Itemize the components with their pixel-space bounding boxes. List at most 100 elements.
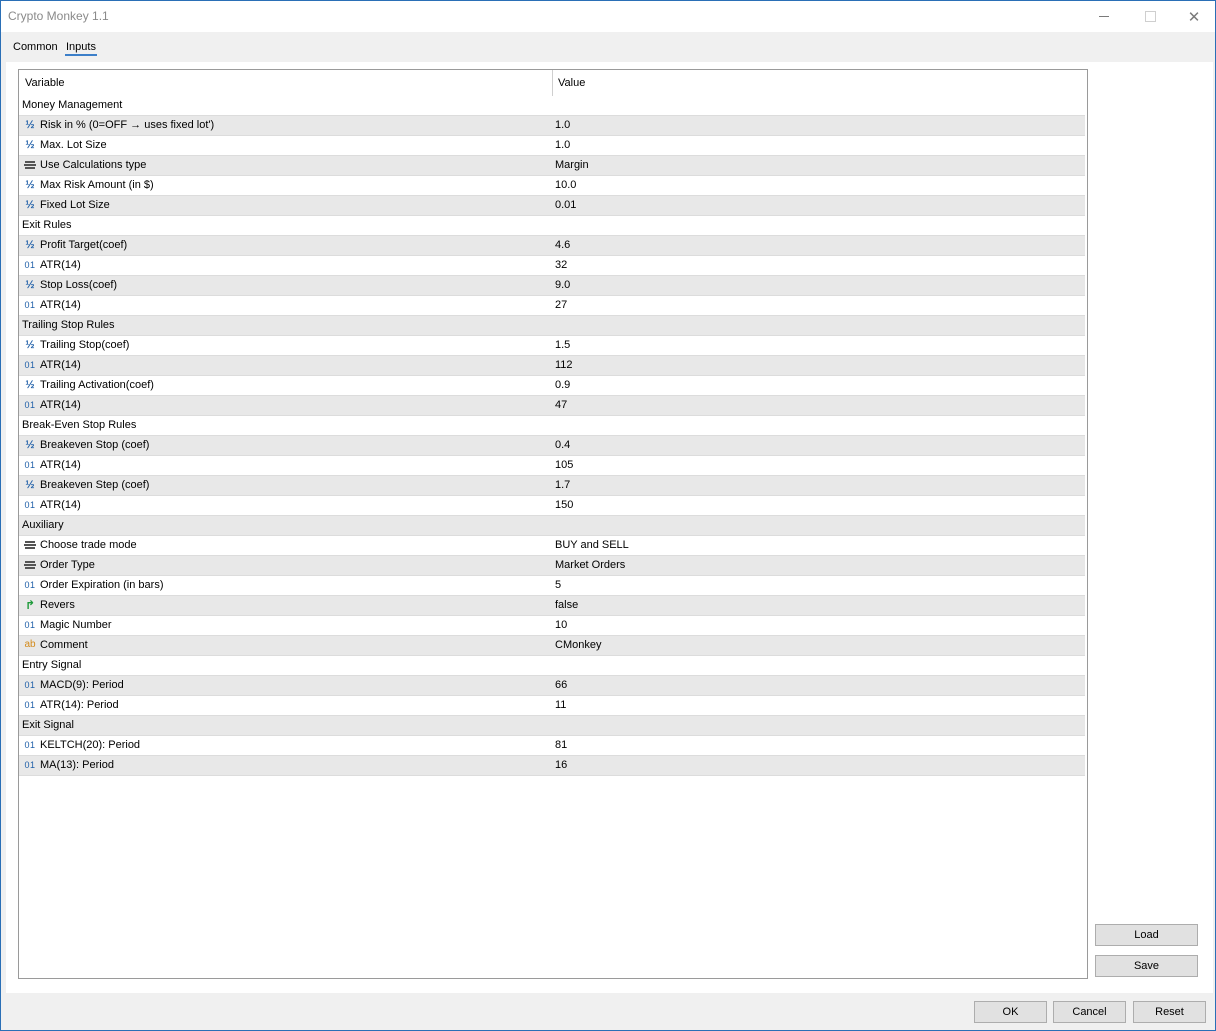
table-row[interactable]: 01 ATR(14) 105 bbox=[19, 456, 1085, 476]
variable-value[interactable]: 0.01 bbox=[555, 199, 576, 211]
table-row[interactable]: ab Comment CMonkey bbox=[19, 636, 1085, 656]
ok-button[interactable]: OK bbox=[974, 1001, 1047, 1023]
table-row[interactable]: Use Calculations type Margin bbox=[19, 156, 1085, 176]
variable-value[interactable]: 1.5 bbox=[555, 339, 570, 351]
variable-value[interactable]: 112 bbox=[555, 359, 573, 371]
fraction-icon: ½ bbox=[25, 479, 35, 491]
variable-value[interactable]: 150 bbox=[555, 499, 573, 511]
integer-icon: 01 bbox=[24, 680, 36, 690]
variable-name: Trailing Stop(coef) bbox=[40, 339, 130, 351]
table-row[interactable]: 01 ATR(14) 150 bbox=[19, 496, 1085, 516]
variable-name: Profit Target(coef) bbox=[40, 239, 128, 251]
variable-name: Trailing Stop Rules bbox=[22, 319, 115, 331]
header-value[interactable]: Value bbox=[558, 77, 585, 89]
table-row[interactable]: ½ Risk in % (0=OFF → uses fixed lot') 1.0 bbox=[19, 116, 1085, 136]
table-row[interactable]: ½ Breakeven Stop (coef) 0.4 bbox=[19, 436, 1085, 456]
variable-value[interactable]: CMonkey bbox=[555, 639, 601, 651]
variable-value[interactable]: 10.0 bbox=[555, 179, 576, 191]
group-row[interactable]: Entry Signal bbox=[19, 656, 1085, 676]
cancel-button[interactable]: Cancel bbox=[1053, 1001, 1126, 1023]
variable-value[interactable]: 1.0 bbox=[555, 119, 570, 131]
variable-value[interactable]: false bbox=[555, 599, 578, 611]
table-row[interactable]: 01 Order Expiration (in bars) 5 bbox=[19, 576, 1085, 596]
variable-value[interactable]: 11 bbox=[555, 699, 566, 711]
group-row[interactable]: Money Management bbox=[19, 96, 1085, 116]
integer-icon: 01 bbox=[24, 260, 36, 270]
integer-icon: 01 bbox=[24, 460, 36, 470]
table-row[interactable]: 01 ATR(14): Period 11 bbox=[19, 696, 1085, 716]
variable-value[interactable]: 1.7 bbox=[555, 479, 570, 491]
variable-value[interactable]: Market Orders bbox=[555, 559, 625, 571]
group-row[interactable]: Exit Signal bbox=[19, 716, 1085, 736]
reset-button[interactable]: Reset bbox=[1133, 1001, 1206, 1023]
maximize-icon bbox=[1144, 11, 1156, 22]
variable-value[interactable]: 0.9 bbox=[555, 379, 570, 391]
header-variable[interactable]: Variable bbox=[25, 77, 65, 89]
tab-common[interactable]: Common bbox=[13, 41, 58, 53]
table-row[interactable]: 01 ATR(14) 32 bbox=[19, 256, 1085, 276]
variable-value[interactable]: 66 bbox=[555, 679, 567, 691]
variable-value[interactable]: 5 bbox=[555, 579, 561, 591]
variable-value[interactable]: 0.4 bbox=[555, 439, 570, 451]
table-row[interactable]: Choose trade mode BUY and SELL bbox=[19, 536, 1085, 556]
group-row[interactable]: Trailing Stop Rules bbox=[19, 316, 1085, 336]
variable-name: ATR(14) bbox=[40, 459, 81, 471]
inputs-panel: Variable Value Money Management ½ Risk in … bbox=[6, 62, 1213, 993]
fraction-icon: ½ bbox=[25, 119, 35, 131]
table-row[interactable]: 01 MA(13): Period 16 bbox=[19, 756, 1085, 776]
group-row[interactable]: Auxiliary bbox=[19, 516, 1085, 536]
fraction-icon: ½ bbox=[25, 239, 35, 251]
string-icon: ab bbox=[24, 639, 36, 650]
variable-value[interactable]: 81 bbox=[555, 739, 567, 751]
integer-icon: 01 bbox=[24, 400, 36, 410]
minimize-button[interactable] bbox=[1081, 1, 1127, 32]
variable-value[interactable]: 27 bbox=[555, 299, 567, 311]
close-button[interactable]: ✕ bbox=[1171, 1, 1216, 32]
save-button[interactable]: Save bbox=[1095, 955, 1198, 977]
table-row[interactable]: ½ Stop Loss(coef) 9.0 bbox=[19, 276, 1085, 296]
table-row[interactable]: ½ Breakeven Step (coef) 1.7 bbox=[19, 476, 1085, 496]
variable-name: Comment bbox=[40, 639, 88, 651]
integer-icon: 01 bbox=[24, 580, 36, 590]
load-button[interactable]: Load bbox=[1095, 924, 1198, 946]
variable-value[interactable]: BUY and SELL bbox=[555, 539, 629, 551]
table-row[interactable]: ½ Max. Lot Size 1.0 bbox=[19, 136, 1085, 156]
table-row[interactable]: 01 ATR(14) 112 bbox=[19, 356, 1085, 376]
variable-name: Breakeven Step (coef) bbox=[40, 479, 150, 491]
window-title: Crypto Monkey 1.1 bbox=[8, 9, 109, 23]
title-bar[interactable]: Crypto Monkey 1.1 ✕ bbox=[1, 1, 1215, 32]
variable-value[interactable]: 47 bbox=[555, 399, 567, 411]
tab-inputs[interactable]: Inputs bbox=[65, 41, 97, 56]
table-row[interactable]: ½ Trailing Activation(coef) 0.9 bbox=[19, 376, 1085, 396]
variable-value[interactable]: 10 bbox=[555, 619, 567, 631]
table-row[interactable]: 01 MACD(9): Period 66 bbox=[19, 676, 1085, 696]
group-row[interactable]: Break-Even Stop Rules bbox=[19, 416, 1085, 436]
variable-value[interactable]: 32 bbox=[555, 259, 567, 271]
table-row[interactable]: ½ Fixed Lot Size 0.01 bbox=[19, 196, 1085, 216]
fraction-icon: ½ bbox=[25, 179, 35, 191]
variable-value[interactable]: 105 bbox=[555, 459, 573, 471]
table-row[interactable]: Order Type Market Orders bbox=[19, 556, 1085, 576]
inputs-grid: Variable Value Money Management ½ Risk in … bbox=[18, 69, 1088, 979]
table-row[interactable]: 01 ATR(14) 47 bbox=[19, 396, 1085, 416]
table-row[interactable]: 01 KELTCH(20): Period 81 bbox=[19, 736, 1085, 756]
variable-value[interactable]: 16 bbox=[555, 759, 567, 771]
variable-value[interactable]: Margin bbox=[555, 159, 589, 171]
variable-name: Order Expiration (in bars) bbox=[40, 579, 164, 591]
table-row[interactable]: 01 Magic Number 10 bbox=[19, 616, 1085, 636]
maximize-button[interactable] bbox=[1127, 1, 1173, 32]
variable-value[interactable]: 1.0 bbox=[555, 139, 570, 151]
table-row[interactable]: 01 ATR(14) 27 bbox=[19, 296, 1085, 316]
table-row[interactable]: ½ Profit Target(coef) 4.6 bbox=[19, 236, 1085, 256]
variable-value[interactable]: 4.6 bbox=[555, 239, 570, 251]
variable-value[interactable]: 9.0 bbox=[555, 279, 570, 291]
variable-name: ATR(14) bbox=[40, 299, 81, 311]
table-row[interactable]: ↱ Revers false bbox=[19, 596, 1085, 616]
grid-header: Variable Value bbox=[19, 70, 1085, 97]
group-row[interactable]: Exit Rules bbox=[19, 216, 1085, 236]
integer-icon: 01 bbox=[24, 700, 36, 710]
table-row[interactable]: ½ Trailing Stop(coef) 1.5 bbox=[19, 336, 1085, 356]
table-row[interactable]: ½ Max Risk Amount (in $) 10.0 bbox=[19, 176, 1085, 196]
tab-bar: Common Inputs bbox=[1, 36, 1213, 62]
integer-icon: 01 bbox=[24, 500, 36, 510]
